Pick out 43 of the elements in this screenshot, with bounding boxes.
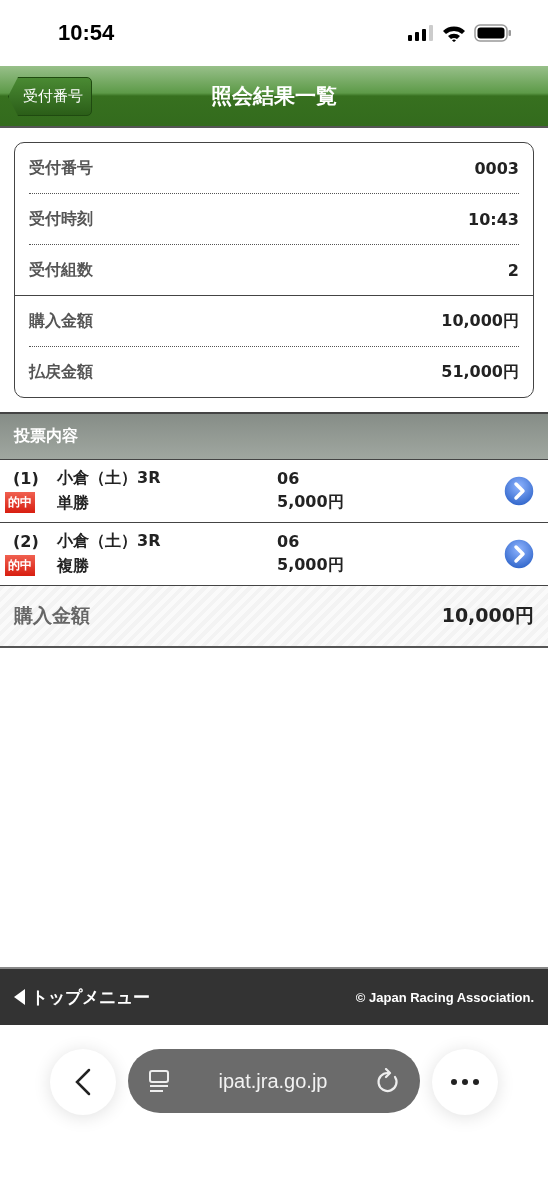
race-name: 小倉（土）3R — [57, 531, 162, 552]
page-menu-icon[interactable] — [148, 1069, 170, 1093]
hit-badge: 的中 — [5, 555, 35, 576]
url-text: ipat.jra.go.jp — [218, 1069, 328, 1093]
wifi-icon — [442, 24, 466, 42]
bet-row[interactable]: (1) 的中 小倉（土）3R 単勝 06 5,000円 — [0, 460, 548, 523]
race-name: 小倉（土）3R — [57, 468, 162, 489]
top-menu-link[interactable]: トップメニュー — [31, 985, 350, 1009]
summary-label: 受付時刻 — [29, 208, 93, 230]
back-button[interactable]: 受付番号 — [8, 77, 92, 116]
summary-label: 払戻金額 — [29, 361, 93, 383]
hit-badge: 的中 — [5, 492, 35, 513]
more-icon — [450, 1078, 480, 1086]
address-bar[interactable]: ipat.jra.go.jp — [128, 1049, 420, 1113]
copyright: © Japan Racing Association. — [355, 989, 534, 1005]
back-chevron-icon — [74, 1068, 92, 1096]
bet-index: (2) — [12, 532, 39, 551]
reload-icon[interactable] — [376, 1068, 400, 1094]
bet-amount: 5,000円 — [277, 492, 345, 513]
left-triangle-icon — [14, 989, 25, 1005]
page-title: 照会結果一覧 — [211, 83, 337, 110]
horse-number: 06 — [277, 532, 301, 551]
battery-icon — [474, 24, 512, 42]
summary-label: 購入金額 — [29, 310, 93, 332]
horse-number: 06 — [277, 469, 301, 488]
chevron-icon[interactable] — [502, 474, 536, 508]
total-value: 10,000円 — [441, 603, 534, 628]
bet-type: 単勝 — [57, 493, 90, 514]
status-time: 10:54 — [58, 20, 115, 46]
summary-value: 10:43 — [468, 209, 519, 229]
summary-value: 0003 — [474, 158, 519, 178]
summary-value: 2 — [507, 260, 519, 280]
bet-amount: 5,000円 — [277, 555, 345, 576]
total-label: 購入金額 — [14, 603, 90, 628]
bet-index: (1) — [12, 469, 39, 488]
signal-icon — [408, 25, 434, 41]
chevron-icon[interactable] — [502, 537, 536, 571]
summary-label: 受付番号 — [29, 157, 93, 179]
summary-value: 10,000円 — [441, 310, 519, 332]
summary-value: 51,000円 — [441, 361, 519, 383]
section-title: 投票内容 — [14, 426, 78, 447]
summary-label: 受付組数 — [29, 259, 93, 281]
bet-type: 複勝 — [57, 556, 90, 577]
